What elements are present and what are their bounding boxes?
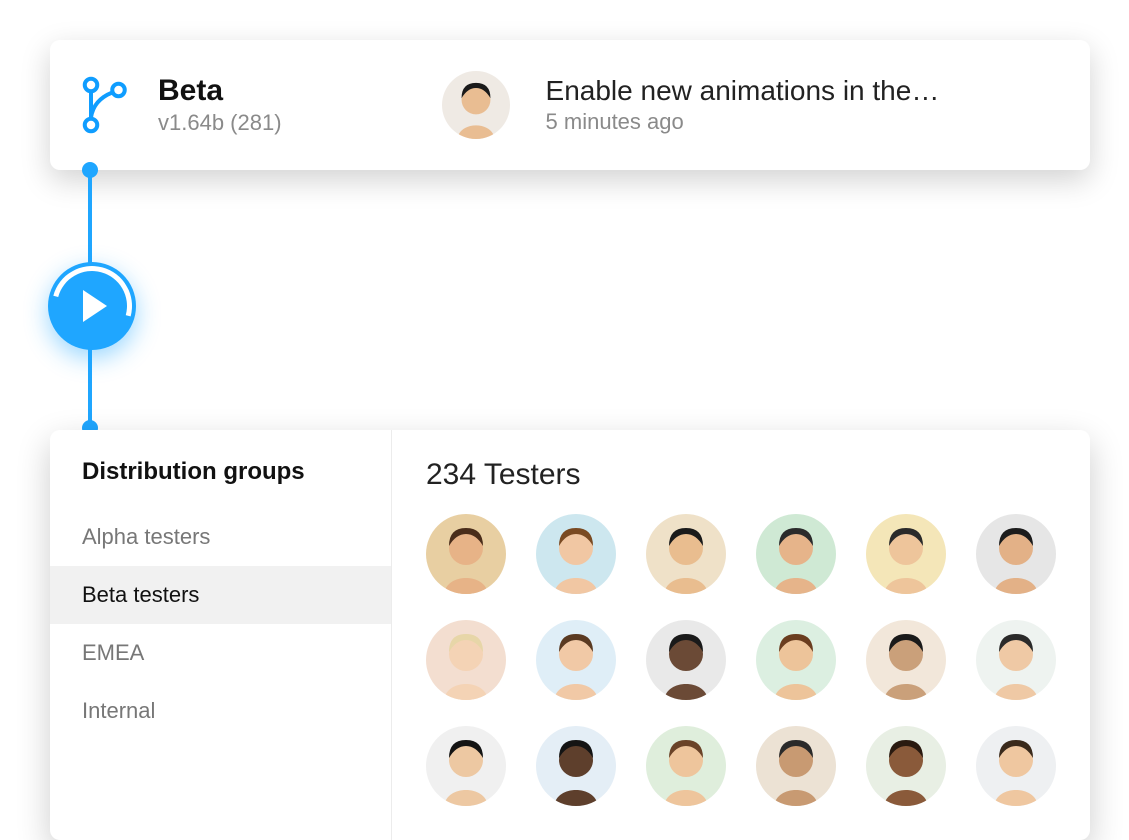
release-name: Beta: [158, 74, 282, 108]
tester-avatar[interactable]: [426, 726, 506, 806]
commit-time: 5 minutes ago: [546, 109, 940, 135]
connector-node: [82, 162, 98, 178]
tester-avatar[interactable]: [976, 726, 1056, 806]
branch-icon: [80, 75, 132, 135]
tester-avatar[interactable]: [646, 514, 726, 594]
tester-avatar[interactable]: [536, 514, 616, 594]
tester-avatar[interactable]: [536, 620, 616, 700]
commit-message: Enable new animations in the…: [546, 75, 940, 107]
author-avatar: [442, 71, 510, 139]
release-version: v1.64b (281): [158, 110, 282, 136]
tester-avatar-grid: [426, 514, 1056, 806]
distribution-groups-title: Distribution groups: [50, 458, 391, 508]
tester-avatar[interactable]: [756, 726, 836, 806]
tester-avatar[interactable]: [536, 726, 616, 806]
distribute-play-button[interactable]: [48, 262, 136, 350]
release-card[interactable]: Beta v1.64b (281) Enable new animations …: [50, 40, 1090, 170]
testers-count: 234 Testers: [426, 458, 1056, 492]
tester-avatar[interactable]: [756, 514, 836, 594]
distribution-groups-sidebar: Distribution groups Alpha testersBeta te…: [50, 430, 392, 840]
tester-avatar[interactable]: [866, 514, 946, 594]
tester-avatar[interactable]: [976, 620, 1056, 700]
distribution-panel: Distribution groups Alpha testersBeta te…: [50, 430, 1090, 840]
tester-avatar[interactable]: [866, 620, 946, 700]
tester-avatar[interactable]: [756, 620, 836, 700]
distribution-group-item[interactable]: Internal: [50, 682, 391, 740]
testers-pane: 234 Testers: [392, 430, 1090, 840]
tester-avatar[interactable]: [646, 726, 726, 806]
tester-avatar[interactable]: [866, 726, 946, 806]
tester-avatar[interactable]: [426, 514, 506, 594]
progress-arc-icon: [37, 251, 146, 360]
tester-avatar[interactable]: [976, 514, 1056, 594]
distribution-group-item[interactable]: Alpha testers: [50, 508, 391, 566]
distribution-group-item[interactable]: Beta testers: [50, 566, 391, 624]
tester-avatar[interactable]: [646, 620, 726, 700]
tester-avatar[interactable]: [426, 620, 506, 700]
distribution-group-item[interactable]: EMEA: [50, 624, 391, 682]
